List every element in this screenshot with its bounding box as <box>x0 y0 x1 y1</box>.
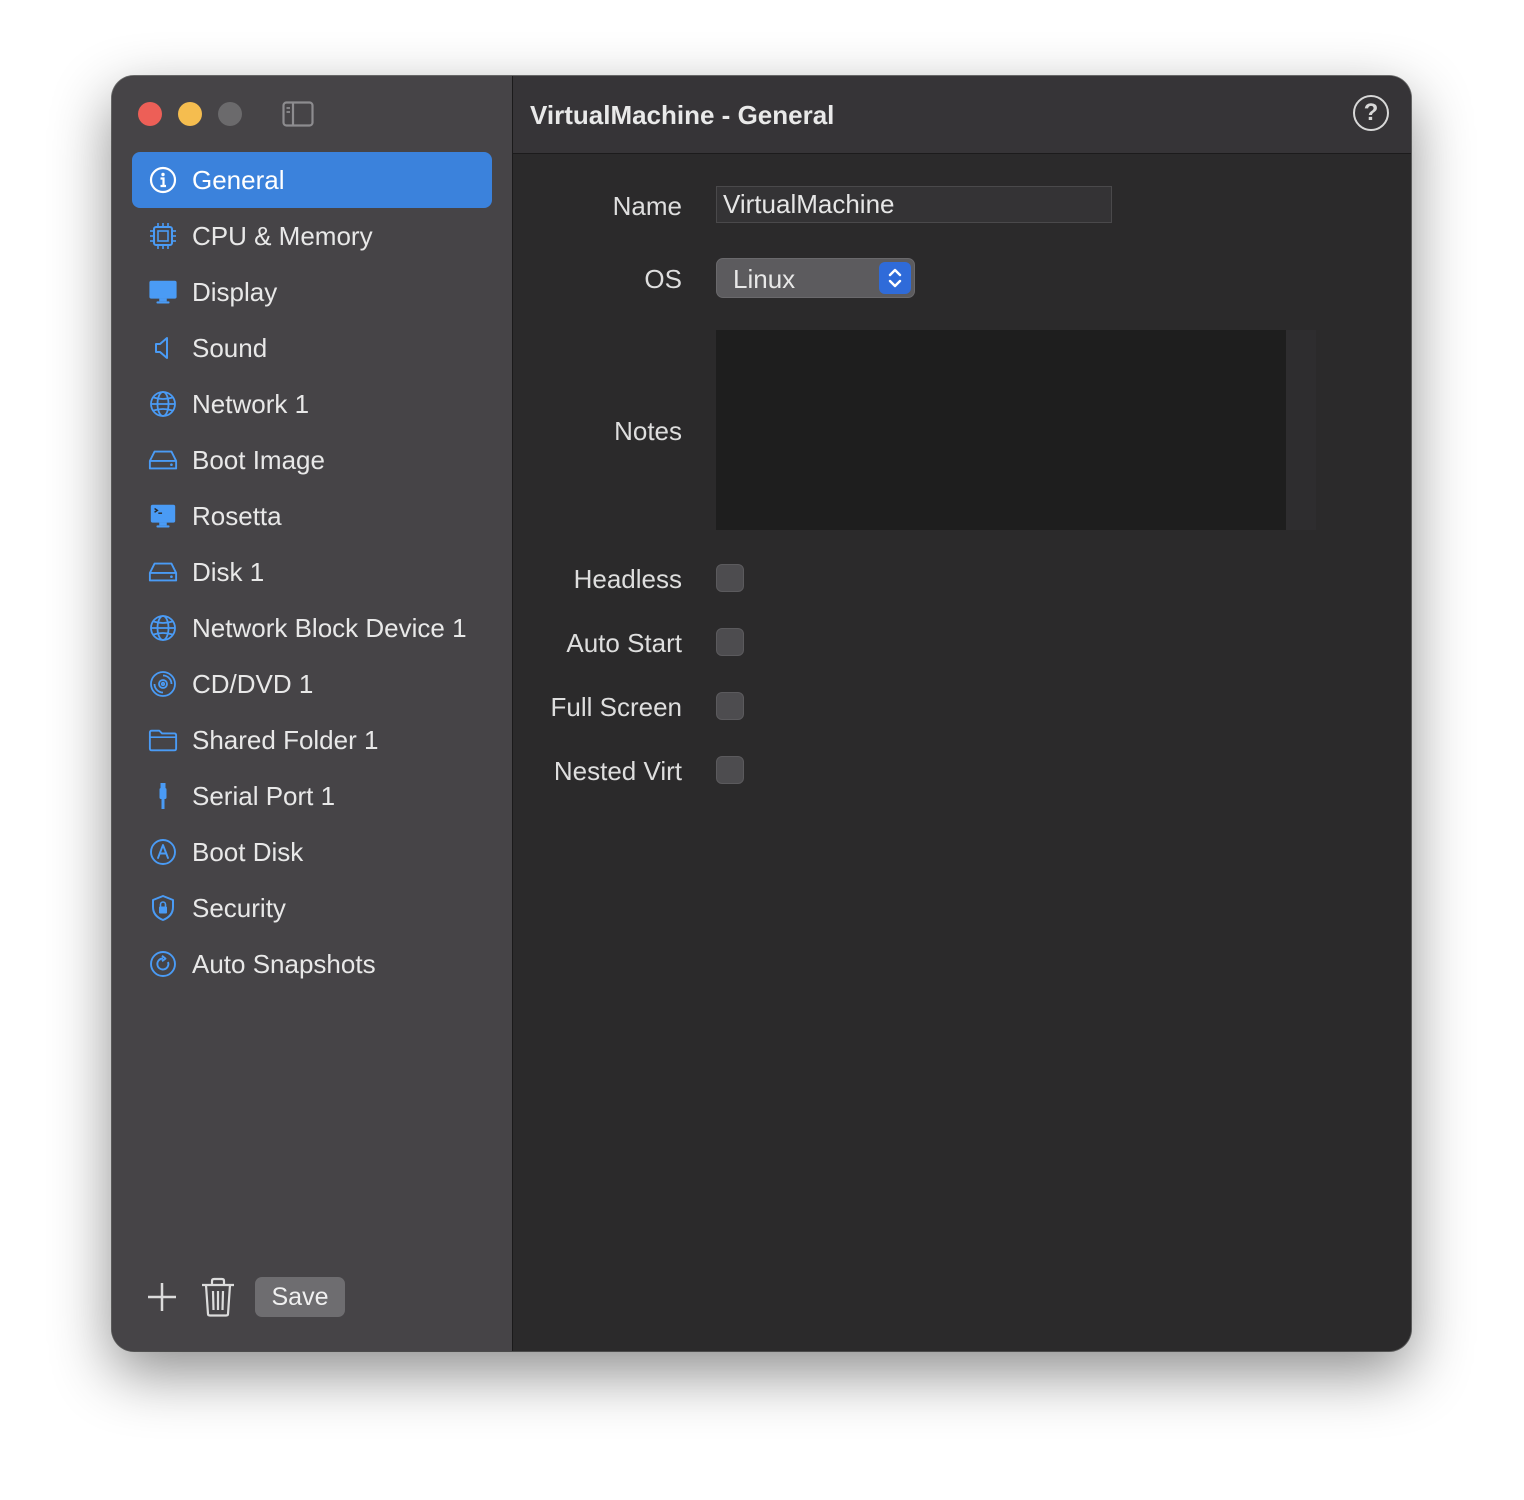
sidebar-item-boot-image[interactable]: Boot Image <box>132 432 492 488</box>
clock-arrow-icon <box>148 950 178 978</box>
disc-icon <box>148 670 178 698</box>
name-label: Name <box>612 191 682 221</box>
drive-icon <box>148 558 178 586</box>
os-label: OS <box>644 264 682 294</box>
sidebar-item-serial-port-1[interactable]: Serial Port 1 <box>132 768 492 824</box>
sidebar-item-label: Display <box>192 277 278 307</box>
sidebar-item-auto-snapshots[interactable]: Auto Snapshots <box>132 936 492 992</box>
cpu-icon <box>148 222 178 250</box>
save-button[interactable]: Save <box>255 1277 345 1317</box>
sidebar-item-label: CD/DVD 1 <box>192 669 314 699</box>
terminal-display-icon <box>148 502 178 530</box>
sidebar-item-network-1[interactable]: Network 1 <box>132 376 492 432</box>
sidebar-item-general[interactable]: General <box>132 152 492 208</box>
notes-label: Notes <box>614 416 682 446</box>
zoom-window-button[interactable] <box>218 102 242 126</box>
chevron-up-down-icon <box>879 262 911 294</box>
settings-window: General CPU & Memory Display Sound Netwo… <box>112 76 1411 1351</box>
sidebar-item-boot-disk[interactable]: Boot Disk <box>132 824 492 880</box>
sidebar-item-label: Security <box>192 893 286 923</box>
sidebar-item-disk-1[interactable]: Disk 1 <box>132 544 492 600</box>
sidebar-item-label: Disk 1 <box>192 557 265 587</box>
os-selected-value: Linux <box>733 264 796 294</box>
notes-scrollbar[interactable] <box>1286 330 1316 530</box>
globe-icon <box>148 614 178 642</box>
globe-icon <box>148 390 178 418</box>
sidebar-item-label: Network 1 <box>192 389 310 419</box>
auto-start-label: Auto Start <box>566 628 682 658</box>
nested-virt-label: Nested Virt <box>553 756 682 786</box>
close-window-button[interactable] <box>138 102 162 126</box>
sidebar-nav: General CPU & Memory Display Sound Netwo… <box>132 152 492 992</box>
title-bar: VirtualMachine - General ? <box>513 76 1411 154</box>
speaker-icon <box>148 334 178 362</box>
sidebar-item-shared-folder-1[interactable]: Shared Folder 1 <box>132 712 492 768</box>
sidebar-item-security[interactable]: Security <box>132 880 492 936</box>
add-device-button[interactable] <box>146 1281 178 1318</box>
sidebar-item-label: Boot Disk <box>192 837 304 867</box>
sidebar-item-label: Sound <box>192 333 268 363</box>
sidebar: General CPU & Memory Display Sound Netwo… <box>112 76 513 1351</box>
main-panel: VirtualMachine - General ? Name OS Linux… <box>513 76 1411 1351</box>
sidebar-item-label: Rosetta <box>192 501 282 531</box>
sidebar-toggle-icon[interactable] <box>282 101 314 132</box>
headless-checkbox[interactable] <box>716 564 744 592</box>
trash-icon[interactable] <box>200 1277 236 1322</box>
os-select[interactable]: Linux <box>716 258 915 298</box>
sidebar-item-label: Network Block Device 1 <box>192 613 467 643</box>
full-screen-checkbox[interactable] <box>716 692 744 720</box>
info-icon <box>148 166 178 194</box>
display-icon <box>148 278 178 306</box>
sidebar-item-rosetta[interactable]: Rosetta <box>132 488 492 544</box>
sidebar-bottom-bar: Save <box>146 1277 486 1319</box>
sidebar-item-label: CPU & Memory <box>192 221 373 251</box>
cable-icon <box>148 782 178 810</box>
auto-start-checkbox[interactable] <box>716 628 744 656</box>
notes-textarea[interactable] <box>716 330 1316 530</box>
sidebar-item-cd-dvd-1[interactable]: CD/DVD 1 <box>132 656 492 712</box>
headless-label: Headless <box>573 564 682 594</box>
app-store-icon <box>148 838 178 866</box>
drive-icon <box>148 446 178 474</box>
page-title: VirtualMachine - General <box>530 100 835 130</box>
sidebar-item-label: Boot Image <box>192 445 325 475</box>
sidebar-item-label: Serial Port 1 <box>192 781 336 811</box>
sidebar-item-label: General <box>192 165 285 195</box>
help-button[interactable]: ? <box>1353 95 1389 131</box>
full-screen-label: Full Screen <box>550 692 683 722</box>
sidebar-item-network-block-device-1[interactable]: Network Block Device 1 <box>132 600 492 656</box>
sidebar-item-cpu-memory[interactable]: CPU & Memory <box>132 208 492 264</box>
sidebar-item-display[interactable]: Display <box>132 264 492 320</box>
name-input[interactable] <box>716 186 1112 223</box>
nested-virt-checkbox[interactable] <box>716 756 744 784</box>
folder-icon <box>148 726 178 754</box>
minimize-window-button[interactable] <box>178 102 202 126</box>
shield-lock-icon <box>148 894 178 922</box>
sidebar-item-sound[interactable]: Sound <box>132 320 492 376</box>
sidebar-item-label: Shared Folder 1 <box>192 725 379 755</box>
sidebar-item-label: Auto Snapshots <box>192 949 376 979</box>
